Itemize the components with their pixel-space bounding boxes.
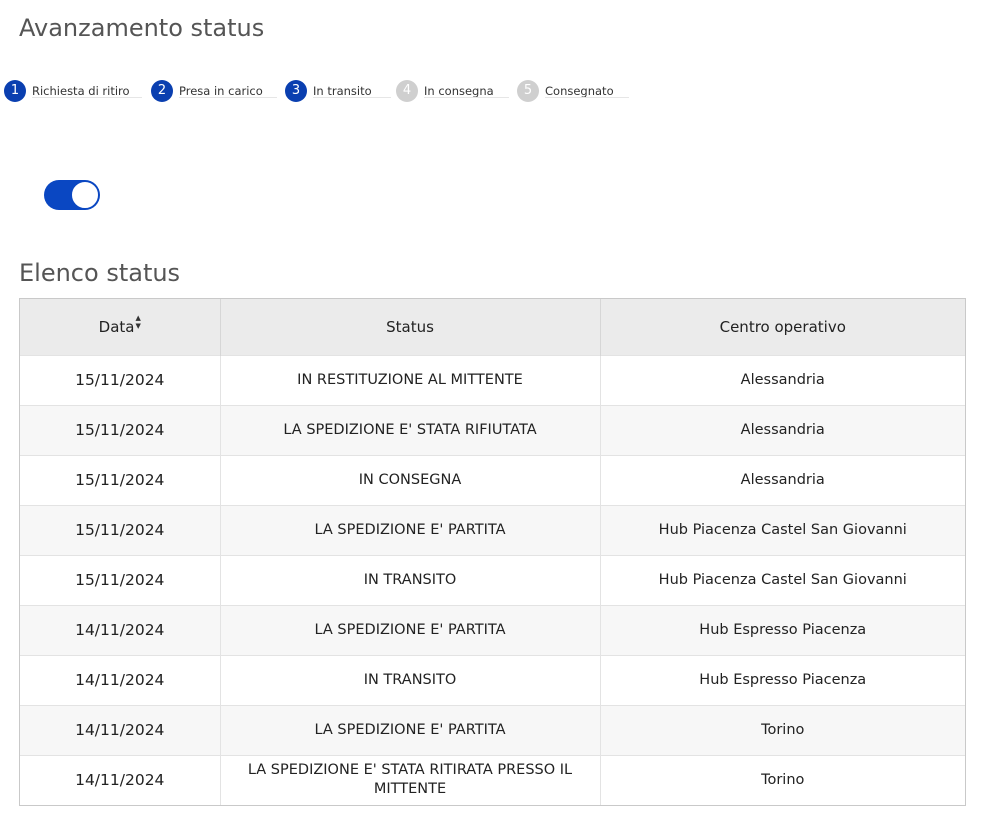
table-row: 14/11/2024 IN TRANSITO Hub Espresso Piac… (20, 654, 965, 705)
cell-center: Torino (600, 754, 965, 805)
cell-center: Hub Espresso Piacenza (600, 604, 965, 655)
column-header-centro-operativo: Centro operativo (600, 299, 965, 355)
cell-date: 15/11/2024 (20, 404, 221, 455)
cell-status: IN CONSEGNA (220, 454, 601, 505)
table-row: 15/11/2024 IN CONSEGNA Alessandria (20, 454, 965, 505)
column-header-label: Data (98, 317, 135, 336)
step-connector (313, 97, 391, 98)
status-list-title: Elenco status (19, 259, 181, 287)
step-connector (32, 97, 142, 98)
step-label: Presa in carico (179, 84, 263, 98)
cell-date: 14/11/2024 (20, 754, 221, 805)
step-number-badge: 3 (285, 80, 307, 102)
table-row: 14/11/2024 LA SPEDIZIONE E' PARTITA Tori… (20, 704, 965, 755)
cell-status: LA SPEDIZIONE E' STATA RIFIUTATA (220, 404, 601, 455)
cell-status: IN RESTITUZIONE AL MITTENTE (220, 354, 601, 405)
column-header-status: Status (220, 299, 601, 355)
step-label: In consegna (424, 84, 494, 98)
cell-date: 14/11/2024 (20, 704, 221, 755)
progress-title: Avanzamento status (19, 14, 265, 42)
cell-center: Alessandria (600, 404, 965, 455)
cell-center: Hub Piacenza Castel San Giovanni (600, 504, 965, 555)
table-row: 14/11/2024 LA SPEDIZIONE E' STATA RITIRA… (20, 754, 965, 805)
step-number-badge: 1 (4, 80, 26, 102)
table-row: 14/11/2024 LA SPEDIZIONE E' PARTITA Hub … (20, 604, 965, 655)
cell-date: 15/11/2024 (20, 554, 221, 605)
cell-center: Hub Espresso Piacenza (600, 654, 965, 705)
cell-status: LA SPEDIZIONE E' PARTITA (220, 704, 601, 755)
cell-status: IN TRANSITO (220, 654, 601, 705)
step-label: Richiesta di ritiro (32, 84, 130, 98)
step-connector (545, 97, 629, 98)
step-label: Consegnato (545, 84, 614, 98)
table-row: 15/11/2024 IN TRANSITO Hub Piacenza Cast… (20, 554, 965, 605)
cell-center: Hub Piacenza Castel San Giovanni (600, 554, 965, 605)
cell-center: Torino (600, 704, 965, 755)
step-connector (424, 97, 509, 98)
view-toggle-switch[interactable] (44, 180, 100, 210)
table-row: 15/11/2024 LA SPEDIZIONE E' STATA RIFIUT… (20, 404, 965, 455)
column-header-data[interactable]: Data▲ ▼ (20, 299, 221, 355)
cell-date: 14/11/2024 (20, 604, 221, 655)
table-row: 15/11/2024 LA SPEDIZIONE E' PARTITA Hub … (20, 504, 965, 555)
step-number-badge: 4 (396, 80, 418, 102)
step-number-badge: 2 (151, 80, 173, 102)
table-row: 15/11/2024 IN RESTITUZIONE AL MITTENTE A… (20, 354, 965, 405)
cell-status: IN TRANSITO (220, 554, 601, 605)
cell-center: Alessandria (600, 454, 965, 505)
step-label: In transito (313, 84, 372, 98)
cell-date: 14/11/2024 (20, 654, 221, 705)
status-stepper: 1 Richiesta di ritiro 2 Presa in carico … (4, 80, 644, 102)
sort-icon[interactable]: ▲ ▼ (135, 314, 140, 330)
cell-status: LA SPEDIZIONE E' PARTITA (220, 504, 601, 555)
table-header-row: Data▲ ▼ Status Centro operativo (20, 299, 965, 355)
table-body: 15/11/2024 IN RESTITUZIONE AL MITTENTE A… (20, 354, 965, 805)
cell-center: Alessandria (600, 354, 965, 405)
cell-status: LA SPEDIZIONE E' STATA RITIRATA PRESSO I… (220, 754, 601, 805)
cell-date: 15/11/2024 (20, 354, 221, 405)
toggle-knob (71, 181, 99, 209)
step-number-badge: 5 (517, 80, 539, 102)
step-connector (179, 97, 277, 98)
status-table: Data▲ ▼ Status Centro operativo 15/11/202… (19, 298, 966, 806)
cell-date: 15/11/2024 (20, 454, 221, 505)
cell-date: 15/11/2024 (20, 504, 221, 555)
cell-status: LA SPEDIZIONE E' PARTITA (220, 604, 601, 655)
